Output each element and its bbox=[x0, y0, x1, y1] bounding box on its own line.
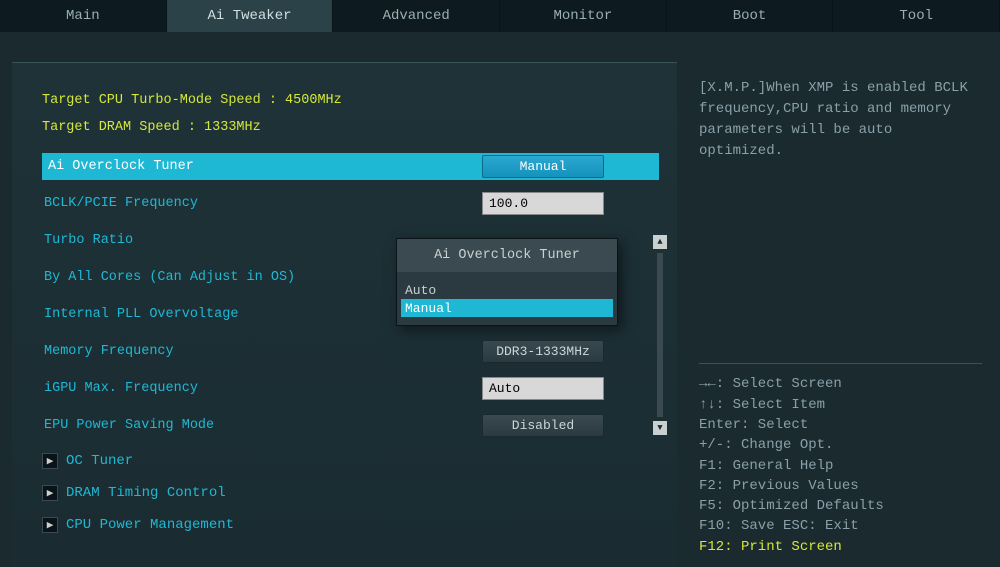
setting-igpu[interactable]: iGPU Max. Frequency Auto bbox=[42, 375, 659, 402]
submenu-label: DRAM Timing Control bbox=[66, 485, 226, 501]
submenu-cpu-power[interactable]: ▶ CPU Power Management bbox=[42, 513, 659, 537]
submenu-label: CPU Power Management bbox=[66, 517, 234, 533]
scrollbar[interactable]: ▲ ▼ bbox=[653, 235, 667, 435]
setting-value-input[interactable]: Auto bbox=[482, 377, 604, 400]
setting-value[interactable]: Manual bbox=[482, 155, 604, 178]
scroll-down-icon[interactable]: ▼ bbox=[653, 421, 667, 435]
chevron-right-icon: ▶ bbox=[42, 517, 58, 533]
submenu-oc-tuner[interactable]: ▶ OC Tuner bbox=[42, 449, 659, 473]
dropdown-option-auto[interactable]: Auto bbox=[401, 281, 613, 299]
tab-tool[interactable]: Tool bbox=[833, 0, 1000, 32]
setting-label: BCLK/PCIE Frequency bbox=[42, 196, 482, 211]
dropdown-option-manual[interactable]: Manual bbox=[401, 299, 613, 317]
settings-panel: Target CPU Turbo-Mode Speed : 4500MHz Ta… bbox=[12, 62, 677, 567]
key-hint-highlight: F12: Print Screen bbox=[699, 537, 982, 557]
chevron-right-icon: ▶ bbox=[42, 453, 58, 469]
help-text: [X.M.P.]When XMP is enabled BCLK frequen… bbox=[699, 78, 982, 162]
setting-label: iGPU Max. Frequency bbox=[42, 381, 482, 396]
setting-value-input[interactable]: 100.0 bbox=[482, 192, 604, 215]
setting-memory-frequency[interactable]: Memory Frequency DDR3-1333MHz bbox=[42, 338, 659, 365]
dropdown-title: Ai Overclock Tuner bbox=[397, 239, 617, 273]
setting-bclk[interactable]: BCLK/PCIE Frequency 100.0 bbox=[42, 190, 659, 217]
key-hint: F1: General Help bbox=[699, 456, 982, 476]
tab-advanced[interactable]: Advanced bbox=[333, 0, 500, 32]
setting-value[interactable]: DDR3-1333MHz bbox=[482, 340, 604, 363]
key-hint: F2: Previous Values bbox=[699, 476, 982, 496]
scroll-thumb[interactable] bbox=[657, 253, 663, 417]
tab-boot[interactable]: Boot bbox=[667, 0, 834, 32]
key-hint: ↑↓: Select Item bbox=[699, 395, 982, 415]
tab-ai-tweaker[interactable]: Ai Tweaker bbox=[167, 0, 334, 32]
setting-label: Memory Frequency bbox=[42, 344, 482, 359]
setting-label: Ai Overclock Tuner bbox=[42, 159, 482, 174]
key-hint: →←: Select Screen bbox=[699, 374, 982, 394]
setting-value[interactable]: Disabled bbox=[482, 414, 604, 437]
tab-monitor[interactable]: Monitor bbox=[500, 0, 667, 32]
key-hint: Enter: Select bbox=[699, 415, 982, 435]
tab-main[interactable]: Main bbox=[0, 0, 167, 32]
setting-label: EPU Power Saving Mode bbox=[42, 418, 482, 433]
submenu-dram-timing[interactable]: ▶ DRAM Timing Control bbox=[42, 481, 659, 505]
scroll-up-icon[interactable]: ▲ bbox=[653, 235, 667, 249]
chevron-right-icon: ▶ bbox=[42, 485, 58, 501]
dropdown-ai-overclock: Ai Overclock Tuner Auto Manual bbox=[396, 238, 618, 326]
target-dram-info: Target DRAM Speed : 1333MHz bbox=[42, 120, 659, 135]
help-panel: [X.M.P.]When XMP is enabled BCLK frequen… bbox=[677, 62, 1000, 567]
submenu-label: OC Tuner bbox=[66, 453, 133, 469]
key-hint: F5: Optimized Defaults bbox=[699, 496, 982, 516]
tab-bar: Main Ai Tweaker Advanced Monitor Boot To… bbox=[0, 0, 1000, 32]
key-hint: F10: Save ESC: Exit bbox=[699, 516, 982, 536]
key-help: →←: Select Screen ↑↓: Select Item Enter:… bbox=[699, 363, 982, 557]
target-cpu-info: Target CPU Turbo-Mode Speed : 4500MHz bbox=[42, 93, 659, 108]
key-hint: +/-: Change Opt. bbox=[699, 435, 982, 455]
setting-ai-overclock[interactable]: Ai Overclock Tuner Manual bbox=[42, 153, 659, 180]
setting-epu[interactable]: EPU Power Saving Mode Disabled bbox=[42, 412, 659, 439]
